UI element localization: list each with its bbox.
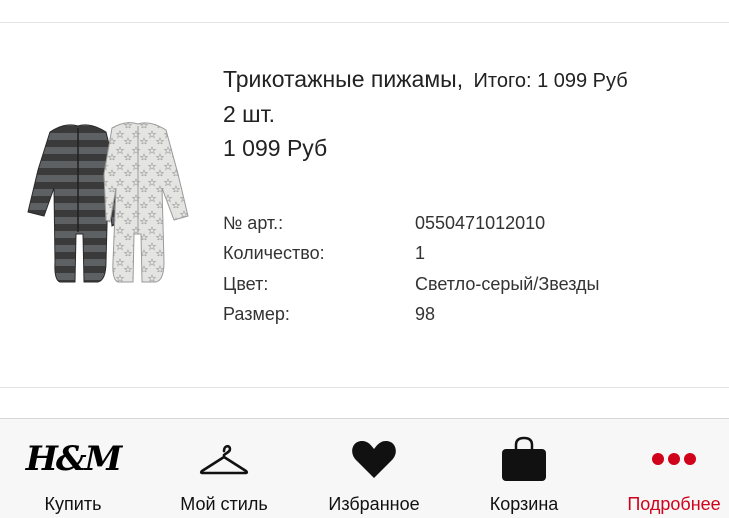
detail-value: 0550471012010 bbox=[415, 212, 546, 233]
product-details: № арт.: 0550471012010 Количество: 1 Цвет… bbox=[223, 208, 600, 330]
product-price: 1 099 Руб bbox=[223, 135, 328, 161]
product-name[interactable]: Трикотажные пижамы, bbox=[223, 66, 463, 92]
detail-label: Количество: bbox=[223, 243, 325, 264]
top-divider bbox=[0, 22, 729, 23]
order-total: Итого: 1 099 Руб bbox=[473, 70, 628, 92]
tab-my-style[interactable]: Мой стиль bbox=[151, 419, 297, 518]
tab-favorites[interactable]: Избранное bbox=[301, 419, 447, 518]
hanger-icon bbox=[151, 437, 297, 481]
product-title-row: Трикотажные пижамы, Итого: 1 099 Руб bbox=[223, 66, 628, 93]
item-count: 2 шт. bbox=[223, 101, 276, 127]
detail-label: Цвет: bbox=[223, 273, 269, 294]
tab-cart[interactable]: Корзина bbox=[451, 419, 597, 518]
detail-row-size: Размер: 98 bbox=[223, 300, 600, 331]
shopping-bag-icon bbox=[451, 436, 597, 481]
tab-label: Корзина bbox=[489, 494, 559, 514]
tab-label: Избранное bbox=[328, 494, 420, 514]
detail-label: Размер: bbox=[223, 304, 290, 325]
detail-row-color: Цвет: Светло-серый/Звезды bbox=[223, 269, 600, 300]
tab-label: Подробнее bbox=[627, 494, 721, 514]
tab-label: Купить bbox=[44, 494, 102, 514]
heart-icon bbox=[301, 437, 447, 481]
product-image[interactable] bbox=[20, 112, 200, 294]
detail-label: № арт.: bbox=[223, 212, 284, 233]
more-dots-icon bbox=[601, 437, 729, 481]
bottom-tab-bar: H&M Купить Мой стиль Избранное Корзина П… bbox=[0, 418, 729, 518]
detail-value: 98 bbox=[415, 304, 436, 325]
hm-logo-text: H&M bbox=[25, 439, 122, 479]
detail-value: 1 bbox=[415, 243, 426, 264]
hm-logo-icon: H&M bbox=[0, 437, 146, 481]
tab-label: Мой стиль bbox=[180, 494, 268, 514]
detail-row-article: № арт.: 0550471012010 bbox=[223, 208, 600, 239]
detail-value: Светло-серый/Звезды bbox=[415, 273, 600, 294]
section-divider bbox=[0, 387, 729, 388]
detail-row-quantity: Количество: 1 bbox=[223, 239, 600, 270]
tab-more[interactable]: Подробнее bbox=[601, 419, 729, 518]
pajama-illustration bbox=[27, 122, 189, 283]
tab-shop[interactable]: H&M Купить bbox=[0, 419, 146, 518]
